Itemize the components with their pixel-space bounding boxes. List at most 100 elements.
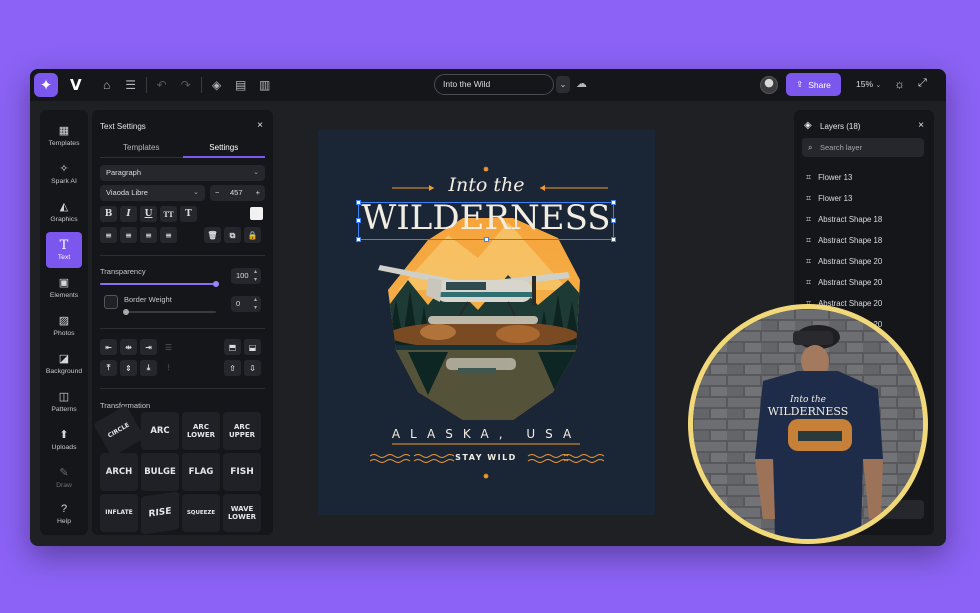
- tab-templates[interactable]: Templates: [100, 140, 183, 158]
- close-icon[interactable]: ×: [918, 120, 924, 131]
- resize-handle[interactable]: [611, 200, 616, 205]
- design-tagline[interactable]: STAY WILD: [436, 453, 536, 462]
- align-right-edge-icon[interactable]: ⇥: [140, 339, 157, 355]
- rail-item-elements[interactable]: ▣ Elements: [42, 270, 86, 306]
- rail-item-uploads[interactable]: ⬆ Uploads: [42, 422, 86, 458]
- notes-icon[interactable]: ▥: [256, 76, 274, 94]
- uppercase-button[interactable]: TT: [160, 206, 177, 222]
- transform-arc-upper[interactable]: ARC UPPER: [223, 412, 261, 450]
- italic-button[interactable]: I: [120, 206, 137, 222]
- resize-handle[interactable]: [356, 237, 361, 242]
- layer-item[interactable]: ⌗ Abstract Shape 18: [806, 235, 882, 246]
- redo-icon[interactable]: ↷: [177, 76, 195, 94]
- layer-item[interactable]: ⌗ Flower 13: [806, 193, 852, 204]
- transform-arc[interactable]: ARC: [141, 412, 179, 450]
- design-headline-script[interactable]: Into the: [398, 174, 575, 196]
- align-bottom-edge-icon[interactable]: ⤓: [140, 360, 157, 376]
- text-color-swatch[interactable]: [250, 207, 263, 220]
- design-artboard[interactable]: ✸ ✸ Into the WILDERNESS ALASKA, USA STAY…: [318, 130, 655, 515]
- design-location[interactable]: ALASKA, USA: [358, 427, 615, 441]
- menu-icon[interactable]: ☰: [122, 76, 140, 94]
- rail-item-graphics[interactable]: ◭ Graphics: [42, 194, 86, 230]
- close-icon[interactable]: ×: [257, 120, 263, 131]
- resize-handle[interactable]: [356, 200, 361, 205]
- transform-rise[interactable]: RISE: [141, 491, 179, 535]
- align-right-icon[interactable]: ≡: [140, 227, 157, 243]
- app-logo[interactable]: ✦: [34, 73, 58, 97]
- document-title-field[interactable]: Into the Wild: [434, 74, 554, 95]
- transparency-slider[interactable]: [100, 281, 219, 287]
- bring-to-front-icon[interactable]: ⇧: [224, 360, 241, 376]
- theme-toggle-icon[interactable]: ☼: [894, 77, 905, 91]
- avatar[interactable]: [760, 76, 778, 94]
- undo-icon[interactable]: ↶: [153, 76, 171, 94]
- rail-item-background[interactable]: ◪ Background: [42, 346, 86, 382]
- resize-handle[interactable]: [356, 218, 361, 223]
- text-selection-box[interactable]: [356, 200, 616, 242]
- transform-inflate[interactable]: INFLATE: [100, 494, 138, 532]
- slider-handle[interactable]: [123, 309, 129, 315]
- transform-squeeze[interactable]: SQUEEZE: [182, 494, 220, 532]
- align-left-edge-icon[interactable]: ⇤: [100, 339, 117, 355]
- align-center-icon[interactable]: ≡: [120, 227, 137, 243]
- home-icon[interactable]: ⌂: [98, 76, 116, 94]
- rail-item-draw[interactable]: ✎ Draw: [42, 460, 86, 496]
- layer-item[interactable]: ⌗ Abstract Shape 20: [806, 256, 882, 267]
- fullscreen-icon[interactable]: ⤢: [918, 77, 927, 90]
- resize-handle[interactable]: [611, 237, 616, 242]
- transform-circle[interactable]: CIRCLE: [93, 405, 145, 457]
- align-justify-icon[interactable]: ≡: [160, 227, 177, 243]
- bring-forward-icon[interactable]: ⬒: [224, 339, 241, 355]
- border-weight-input[interactable]: 0 ▴ ▾: [231, 296, 261, 312]
- distribute-vertical-icon[interactable]: ⦙: [160, 360, 177, 376]
- lock-icon[interactable]: 🔒: [244, 227, 261, 243]
- rail-item-help[interactable]: ? Help: [42, 496, 86, 532]
- transform-arch[interactable]: ARCH: [100, 453, 138, 491]
- rail-label: Draw: [56, 481, 72, 489]
- paragraph-style-select[interactable]: Paragraph ⌄: [100, 165, 265, 181]
- send-backward-icon[interactable]: ⬓: [244, 339, 261, 355]
- cloud-sync-icon[interactable]: ☁: [576, 77, 587, 90]
- layer-item[interactable]: ⌗ Abstract Shape 18: [806, 214, 882, 225]
- trash-icon[interactable]: 🗑: [204, 227, 221, 243]
- send-to-back-icon[interactable]: ⇩: [244, 360, 261, 376]
- text-resize-button[interactable]: T: [180, 206, 197, 222]
- minus-icon[interactable]: −: [215, 185, 219, 201]
- zoom-select[interactable]: 15% ⌄: [856, 79, 881, 89]
- align-vertical-center-icon[interactable]: ⇕: [120, 360, 137, 376]
- slider-handle[interactable]: [213, 281, 219, 287]
- pages-icon[interactable]: ▤: [232, 76, 250, 94]
- font-family-select[interactable]: Viaoda Libre ⌄: [100, 185, 205, 201]
- border-weight-slider[interactable]: [123, 309, 216, 315]
- align-horizontal-center-icon[interactable]: ⇹: [120, 339, 137, 355]
- rail-item-text[interactable]: T Text: [46, 232, 82, 268]
- rail-item-patterns[interactable]: ◫ Patterns: [42, 384, 86, 420]
- transform-flag[interactable]: FLAG: [182, 453, 220, 491]
- plus-icon[interactable]: +: [256, 185, 260, 201]
- align-top-edge-icon[interactable]: ⤒: [100, 360, 117, 376]
- transform-wave-lower[interactable]: WAVE LOWER: [223, 494, 261, 532]
- transform-fish[interactable]: FISH: [223, 453, 261, 491]
- align-left-icon[interactable]: ≡: [100, 227, 117, 243]
- distribute-horizontal-icon[interactable]: ☰: [160, 339, 177, 355]
- transparency-input[interactable]: 100 ▴ ▾: [231, 268, 261, 284]
- chevron-down-icon[interactable]: ⌄: [556, 76, 570, 93]
- layers-toggle-icon[interactable]: ◈: [208, 76, 226, 94]
- transform-arc-lower[interactable]: ARC LOWER: [182, 412, 220, 450]
- transform-bulge[interactable]: BULGE: [141, 453, 179, 491]
- layer-item[interactable]: ⌗ Flower 13: [806, 172, 852, 183]
- rail-item-templates[interactable]: ▦ Templates: [42, 118, 86, 154]
- layer-item[interactable]: ⌗ Abstract Shape 20: [806, 277, 882, 288]
- border-color-checkbox[interactable]: [104, 295, 118, 309]
- tab-settings[interactable]: Settings: [182, 140, 265, 158]
- font-size-stepper[interactable]: − 457 +: [210, 185, 265, 201]
- layer-search-input[interactable]: ⌕ Search layer: [802, 138, 924, 157]
- resize-handle[interactable]: [484, 237, 489, 242]
- rail-item-photos[interactable]: ▨ Photos: [42, 308, 86, 344]
- underline-button[interactable]: U: [140, 206, 157, 222]
- rail-item-spark-ai[interactable]: ✧ Spark AI: [42, 156, 86, 192]
- duplicate-icon[interactable]: ⧉: [224, 227, 241, 243]
- share-button[interactable]: ⇪ Share: [786, 73, 841, 96]
- resize-handle[interactable]: [611, 218, 616, 223]
- bold-button[interactable]: B: [100, 206, 117, 222]
